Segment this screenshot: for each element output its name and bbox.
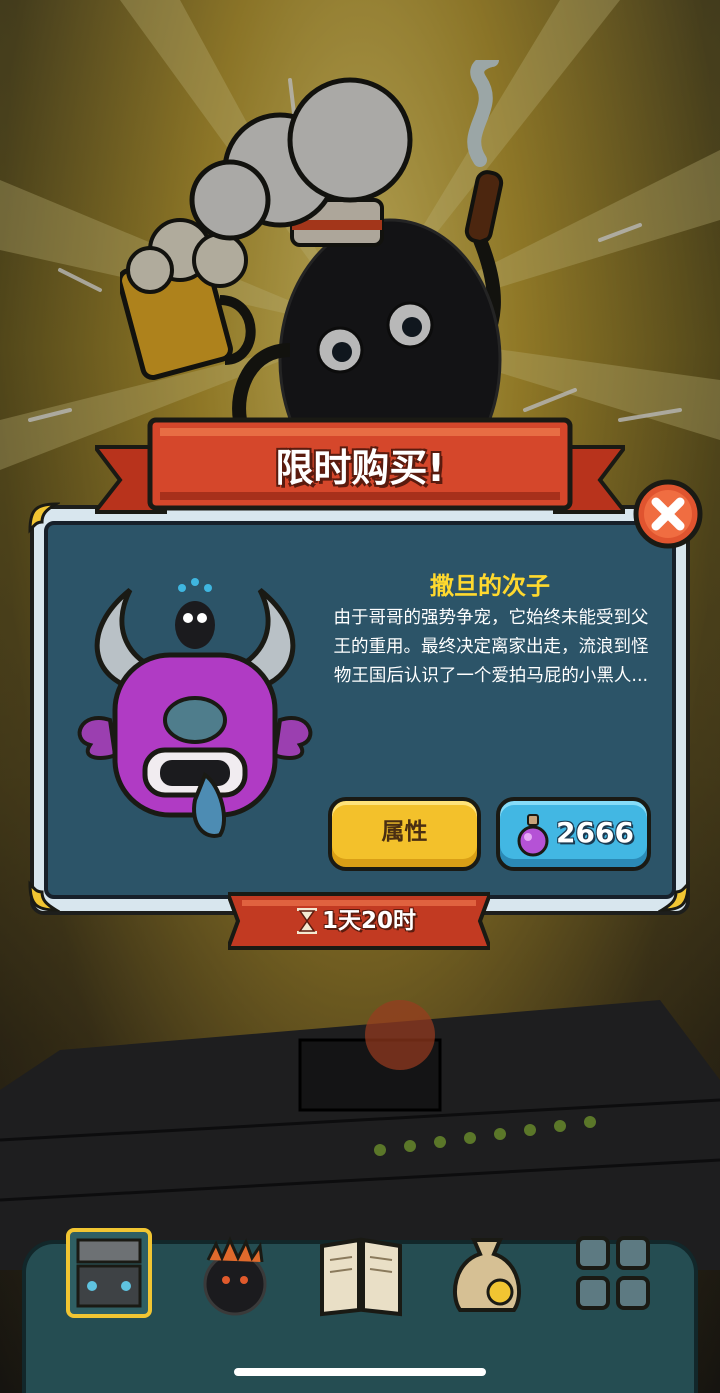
home-indicator[interactable] <box>234 1368 486 1376</box>
corner-ornament-icon <box>28 880 60 912</box>
potion-icon <box>517 814 549 857</box>
dialog-title: 限时购买! <box>275 446 445 490</box>
monster-portrait <box>77 578 313 838</box>
corner-ornament-icon <box>28 502 60 534</box>
item-description: 由于哥哥的强势争宠，它始终未能受到父王的重用。最终决定离家出走，流浪到怪物王国后… <box>333 608 649 686</box>
timer-text: 1天20时 <box>322 908 417 934</box>
close-button[interactable] <box>632 478 704 550</box>
book-icon[interactable] <box>314 1226 408 1320</box>
monster-icon[interactable] <box>188 1226 282 1320</box>
item-name: 撒旦的次子 <box>430 572 550 600</box>
hourglass-icon <box>297 908 317 934</box>
money-bag-icon[interactable] <box>440 1226 534 1320</box>
buy-button[interactable]: 2666 <box>496 797 651 871</box>
attributes-button[interactable]: 属性 <box>328 797 481 871</box>
price-label: 2666 <box>556 816 634 849</box>
kitchen-station-icon[interactable] <box>62 1226 156 1320</box>
grid-menu-icon[interactable] <box>566 1226 660 1320</box>
corner-ornament-icon <box>658 880 690 912</box>
attributes-button-label: 属性 <box>381 819 428 845</box>
